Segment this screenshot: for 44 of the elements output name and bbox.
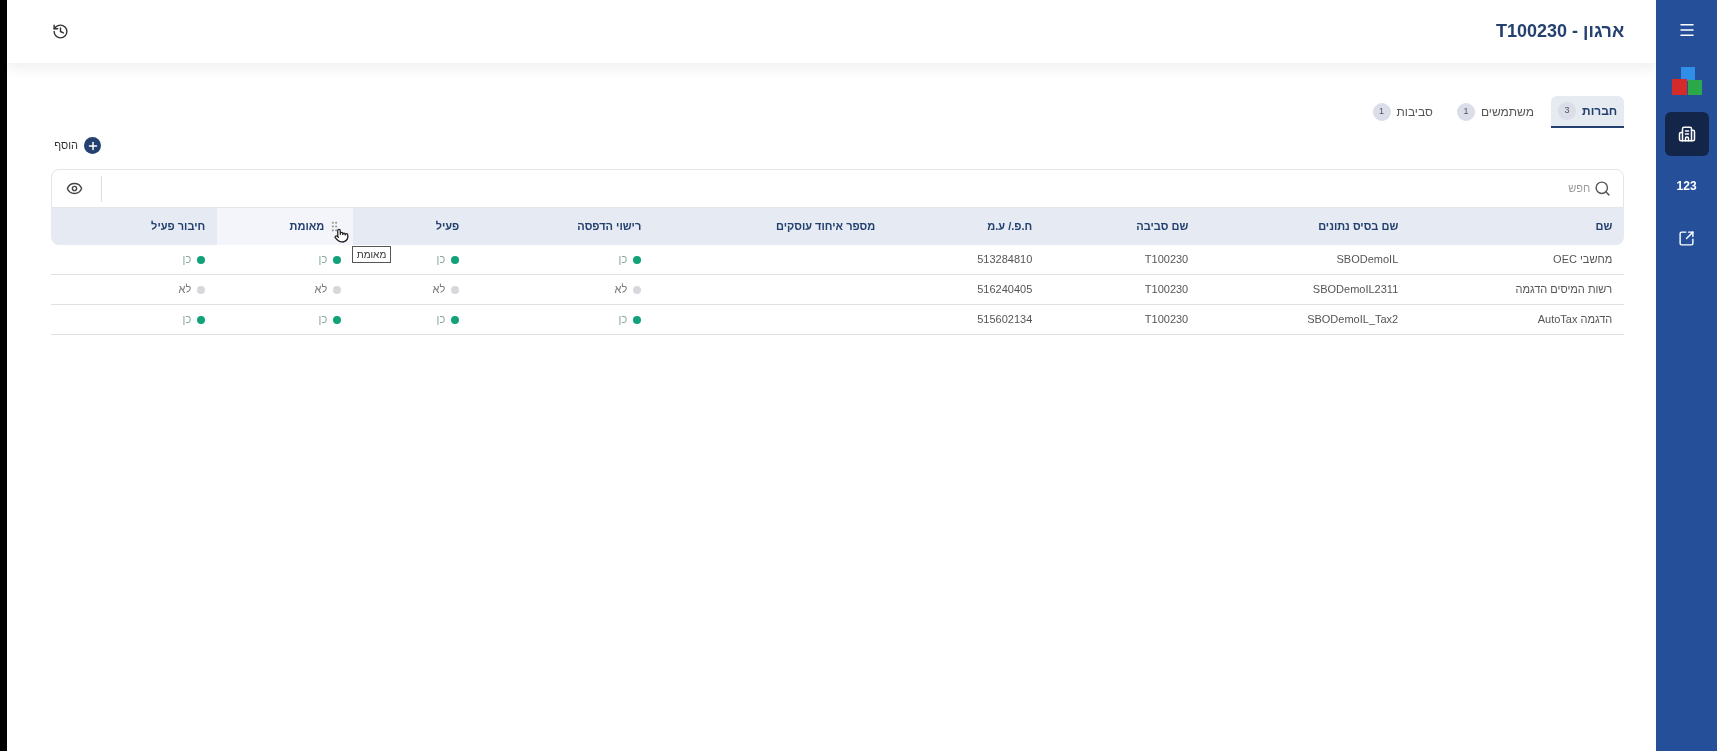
status-text: כן bbox=[436, 312, 446, 328]
table-cell-text: SBODemoIL_Tax2 bbox=[1307, 312, 1399, 328]
table-cell-text: רשות המיסים הדגמה bbox=[1515, 282, 1613, 298]
menu-icon bbox=[1677, 21, 1696, 39]
table-cell-text: 513284810 bbox=[977, 252, 1033, 268]
table-cell-text: T100230 bbox=[1144, 252, 1189, 268]
column-header[interactable]: שם בסיס נתונים bbox=[1200, 208, 1411, 245]
status-text: כן bbox=[618, 252, 628, 268]
status-text: לא bbox=[314, 282, 328, 298]
table-cell-text: T100230 bbox=[1144, 312, 1189, 328]
table-cell-text: מחשבי OEC bbox=[1553, 252, 1613, 268]
eye-icon[interactable] bbox=[66, 180, 84, 197]
table-cell-text: SBODemoIL2311 bbox=[1312, 282, 1399, 298]
status-text: לא bbox=[432, 282, 446, 298]
column-header[interactable]: שם bbox=[1410, 208, 1625, 245]
table-cell-text: T100230 bbox=[1144, 282, 1189, 298]
count-badge: 1 bbox=[1456, 103, 1475, 121]
column-header[interactable]: שם סביבה bbox=[1044, 208, 1201, 245]
table-cell-text: הדגמה AutoTax bbox=[1537, 312, 1613, 328]
status-text: כן bbox=[318, 312, 328, 328]
building-icon[interactable] bbox=[1664, 112, 1709, 156]
status-text: כן bbox=[436, 252, 446, 268]
tooltip: מאומת bbox=[351, 246, 392, 263]
add-button[interactable]: הוסף bbox=[54, 137, 102, 154]
status-text: כן bbox=[182, 252, 192, 268]
status-text: לא bbox=[178, 282, 192, 298]
column-header[interactable]: ח.פ./ ע.מ bbox=[887, 208, 1045, 245]
status-text: כן bbox=[182, 312, 192, 328]
table-cell-text: 515602134 bbox=[977, 312, 1033, 328]
count-badge: 1 bbox=[1372, 103, 1391, 121]
column-header[interactable]: רישוי הדפסה bbox=[471, 208, 654, 245]
status-text: כן bbox=[618, 312, 628, 328]
column-header[interactable]: חיבור פעיל bbox=[51, 208, 218, 245]
history-icon[interactable] bbox=[52, 23, 70, 40]
page-title: ארגון - T100230 bbox=[1495, 20, 1625, 43]
status-text: לא bbox=[614, 282, 628, 298]
table-cell-text: 516240405 bbox=[977, 282, 1033, 298]
search-icon bbox=[1594, 180, 1612, 197]
search-field[interactable]: חפש bbox=[1290, 180, 1591, 197]
column-header[interactable]: מספר איחוד עוסקים bbox=[653, 208, 888, 245]
table-cell-text: SBODemoIL bbox=[1336, 252, 1399, 268]
count-badge: 3 bbox=[1558, 102, 1576, 120]
plus-icon bbox=[84, 137, 102, 154]
numbers-button[interactable]: 123 bbox=[1664, 164, 1709, 208]
